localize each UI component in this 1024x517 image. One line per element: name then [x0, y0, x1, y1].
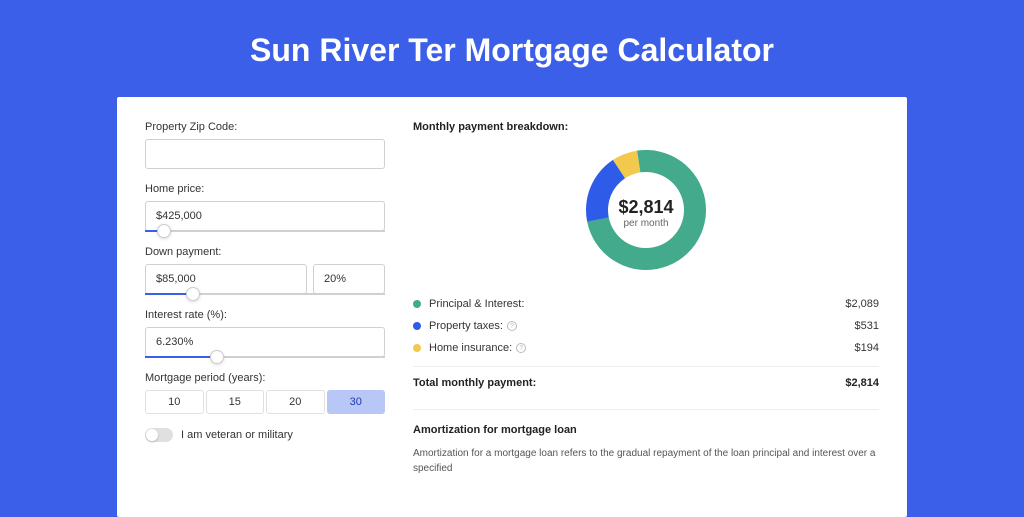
legend-value: $531 — [855, 320, 879, 332]
legend-dot-icon — [413, 322, 421, 330]
legend-dot-icon — [413, 300, 421, 308]
legend: Principal & Interest:$2,089 Property taxe… — [413, 298, 879, 354]
period-button-15[interactable]: 15 — [206, 390, 265, 414]
legend-value: $2,089 — [845, 298, 879, 310]
legend-row-taxes: Property taxes:?$531 — [413, 320, 879, 332]
amortization-title: Amortization for mortgage loan — [413, 409, 879, 436]
down-payment-input[interactable] — [145, 264, 307, 294]
total-label: Total monthly payment: — [413, 377, 845, 389]
interest-rate-input[interactable] — [145, 327, 385, 357]
mortgage-period-label: Mortgage period (years): — [145, 372, 385, 384]
zip-input[interactable] — [145, 139, 385, 169]
legend-row-insurance: Home insurance:?$194 — [413, 342, 879, 354]
zip-field-group: Property Zip Code: — [145, 121, 385, 169]
home-price-slider-thumb[interactable] — [157, 224, 171, 238]
down-payment-pct-input[interactable] — [313, 264, 385, 294]
veteran-toggle-knob — [146, 429, 158, 441]
total-row: Total monthly payment: $2,814 — [413, 366, 879, 389]
breakdown-title: Monthly payment breakdown: — [413, 121, 879, 133]
donut-chart-wrap: $2,814 per month — [413, 145, 879, 280]
donut-amount: $2,814 — [618, 197, 673, 218]
interest-rate-slider-thumb[interactable] — [210, 350, 224, 364]
page-title: Sun River Ter Mortgage Calculator — [0, 0, 1024, 97]
total-value: $2,814 — [845, 377, 879, 389]
donut-chart: $2,814 per month — [581, 145, 711, 280]
amortization-body: Amortization for a mortgage loan refers … — [413, 446, 879, 476]
mortgage-period-field-group: Mortgage period (years): 10152030 — [145, 372, 385, 414]
down-payment-label: Down payment: — [145, 246, 385, 258]
home-price-label: Home price: — [145, 183, 385, 195]
veteran-label: I am veteran or military — [181, 429, 293, 441]
donut-sub: per month — [618, 218, 673, 229]
down-payment-slider-thumb[interactable] — [186, 287, 200, 301]
home-price-input[interactable] — [145, 201, 385, 231]
down-payment-slider[interactable] — [145, 293, 385, 295]
inputs-column: Property Zip Code: Home price: Down paym… — [145, 121, 385, 517]
legend-label: Home insurance:? — [429, 342, 855, 354]
home-price-slider[interactable] — [145, 230, 385, 232]
veteran-toggle-row: I am veteran or military — [145, 428, 385, 442]
period-button-10[interactable]: 10 — [145, 390, 204, 414]
home-price-field-group: Home price: — [145, 183, 385, 232]
interest-rate-label: Interest rate (%): — [145, 309, 385, 321]
legend-value: $194 — [855, 342, 879, 354]
interest-rate-field-group: Interest rate (%): — [145, 309, 385, 358]
legend-row-principal: Principal & Interest:$2,089 — [413, 298, 879, 310]
info-icon[interactable]: ? — [516, 343, 526, 353]
info-icon[interactable]: ? — [507, 321, 517, 331]
period-button-30[interactable]: 30 — [327, 390, 386, 414]
donut-center: $2,814 per month — [618, 197, 673, 229]
legend-label: Principal & Interest: — [429, 298, 845, 310]
veteran-toggle[interactable] — [145, 428, 173, 442]
calculator-panel: Property Zip Code: Home price: Down paym… — [117, 97, 907, 517]
breakdown-column: Monthly payment breakdown: $2,814 per mo… — [413, 121, 879, 517]
zip-label: Property Zip Code: — [145, 121, 385, 133]
legend-dot-icon — [413, 344, 421, 352]
period-button-20[interactable]: 20 — [266, 390, 325, 414]
legend-label: Property taxes:? — [429, 320, 855, 332]
down-payment-field-group: Down payment: — [145, 246, 385, 295]
interest-rate-slider[interactable] — [145, 356, 385, 358]
